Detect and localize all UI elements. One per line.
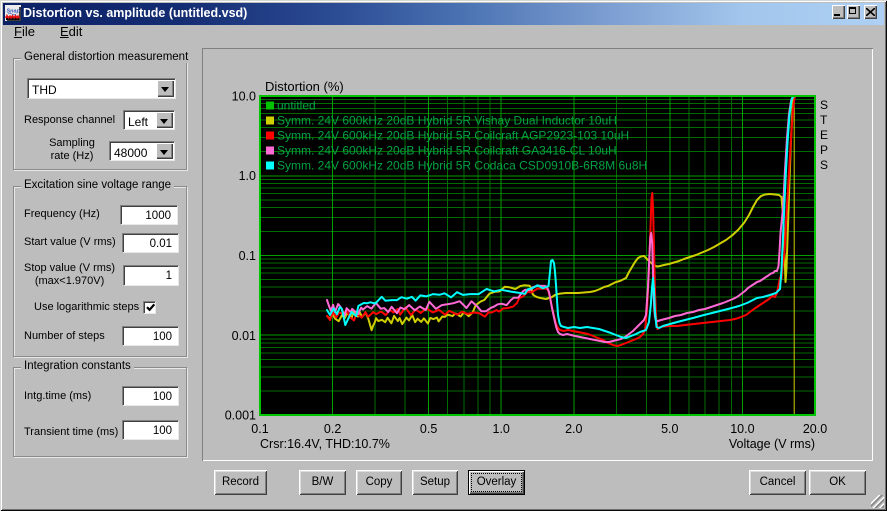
svg-text:20.0: 20.0 [803,422,827,436]
svg-text:0.5: 0.5 [420,422,437,436]
svg-text:P: P [820,143,828,157]
svg-text:1.0: 1.0 [239,169,256,183]
svg-text:untitled: untitled [277,99,316,113]
svg-text:0.01: 0.01 [232,329,256,343]
svg-text:2.0: 2.0 [565,422,582,436]
svg-text:S: S [820,98,828,112]
svg-text:Symm. 24V 600kHz 20dB Hybrid 5: Symm. 24V 600kHz 20dB Hybrid 5R Vishay D… [277,114,617,128]
svg-text:Distortion (%): Distortion (%) [265,79,344,94]
svg-text:Symm. 24V 600kHz 20dB Hybrid 5: Symm. 24V 600kHz 20dB Hybrid 5R Coilcraf… [277,144,617,158]
svg-text:Symm. 24V 600kHz 20dB Hybrid 5: Symm. 24V 600kHz 20dB Hybrid 5R Codaca C… [277,159,647,173]
svg-text:0.1: 0.1 [251,422,268,436]
svg-text:Voltage (V rms): Voltage (V rms) [729,437,815,451]
svg-text:0.2: 0.2 [324,422,341,436]
svg-text:0.001: 0.001 [225,409,256,423]
svg-text:S: S [820,158,828,172]
svg-text:Crsr:16.4V, THD:10.7%: Crsr:16.4V, THD:10.7% [260,437,390,451]
svg-text:T: T [820,113,828,127]
svg-text:5.0: 5.0 [661,422,678,436]
svg-text:E: E [820,128,828,142]
svg-text:1.0: 1.0 [493,422,510,436]
svg-text:0.1: 0.1 [239,249,256,263]
svg-text:Symm. 24V 600kHz 20dB Hybrid 5: Symm. 24V 600kHz 20dB Hybrid 5R Coilcraf… [277,129,629,143]
svg-text:10.0: 10.0 [730,422,754,436]
svg-text:10.0: 10.0 [232,90,256,104]
